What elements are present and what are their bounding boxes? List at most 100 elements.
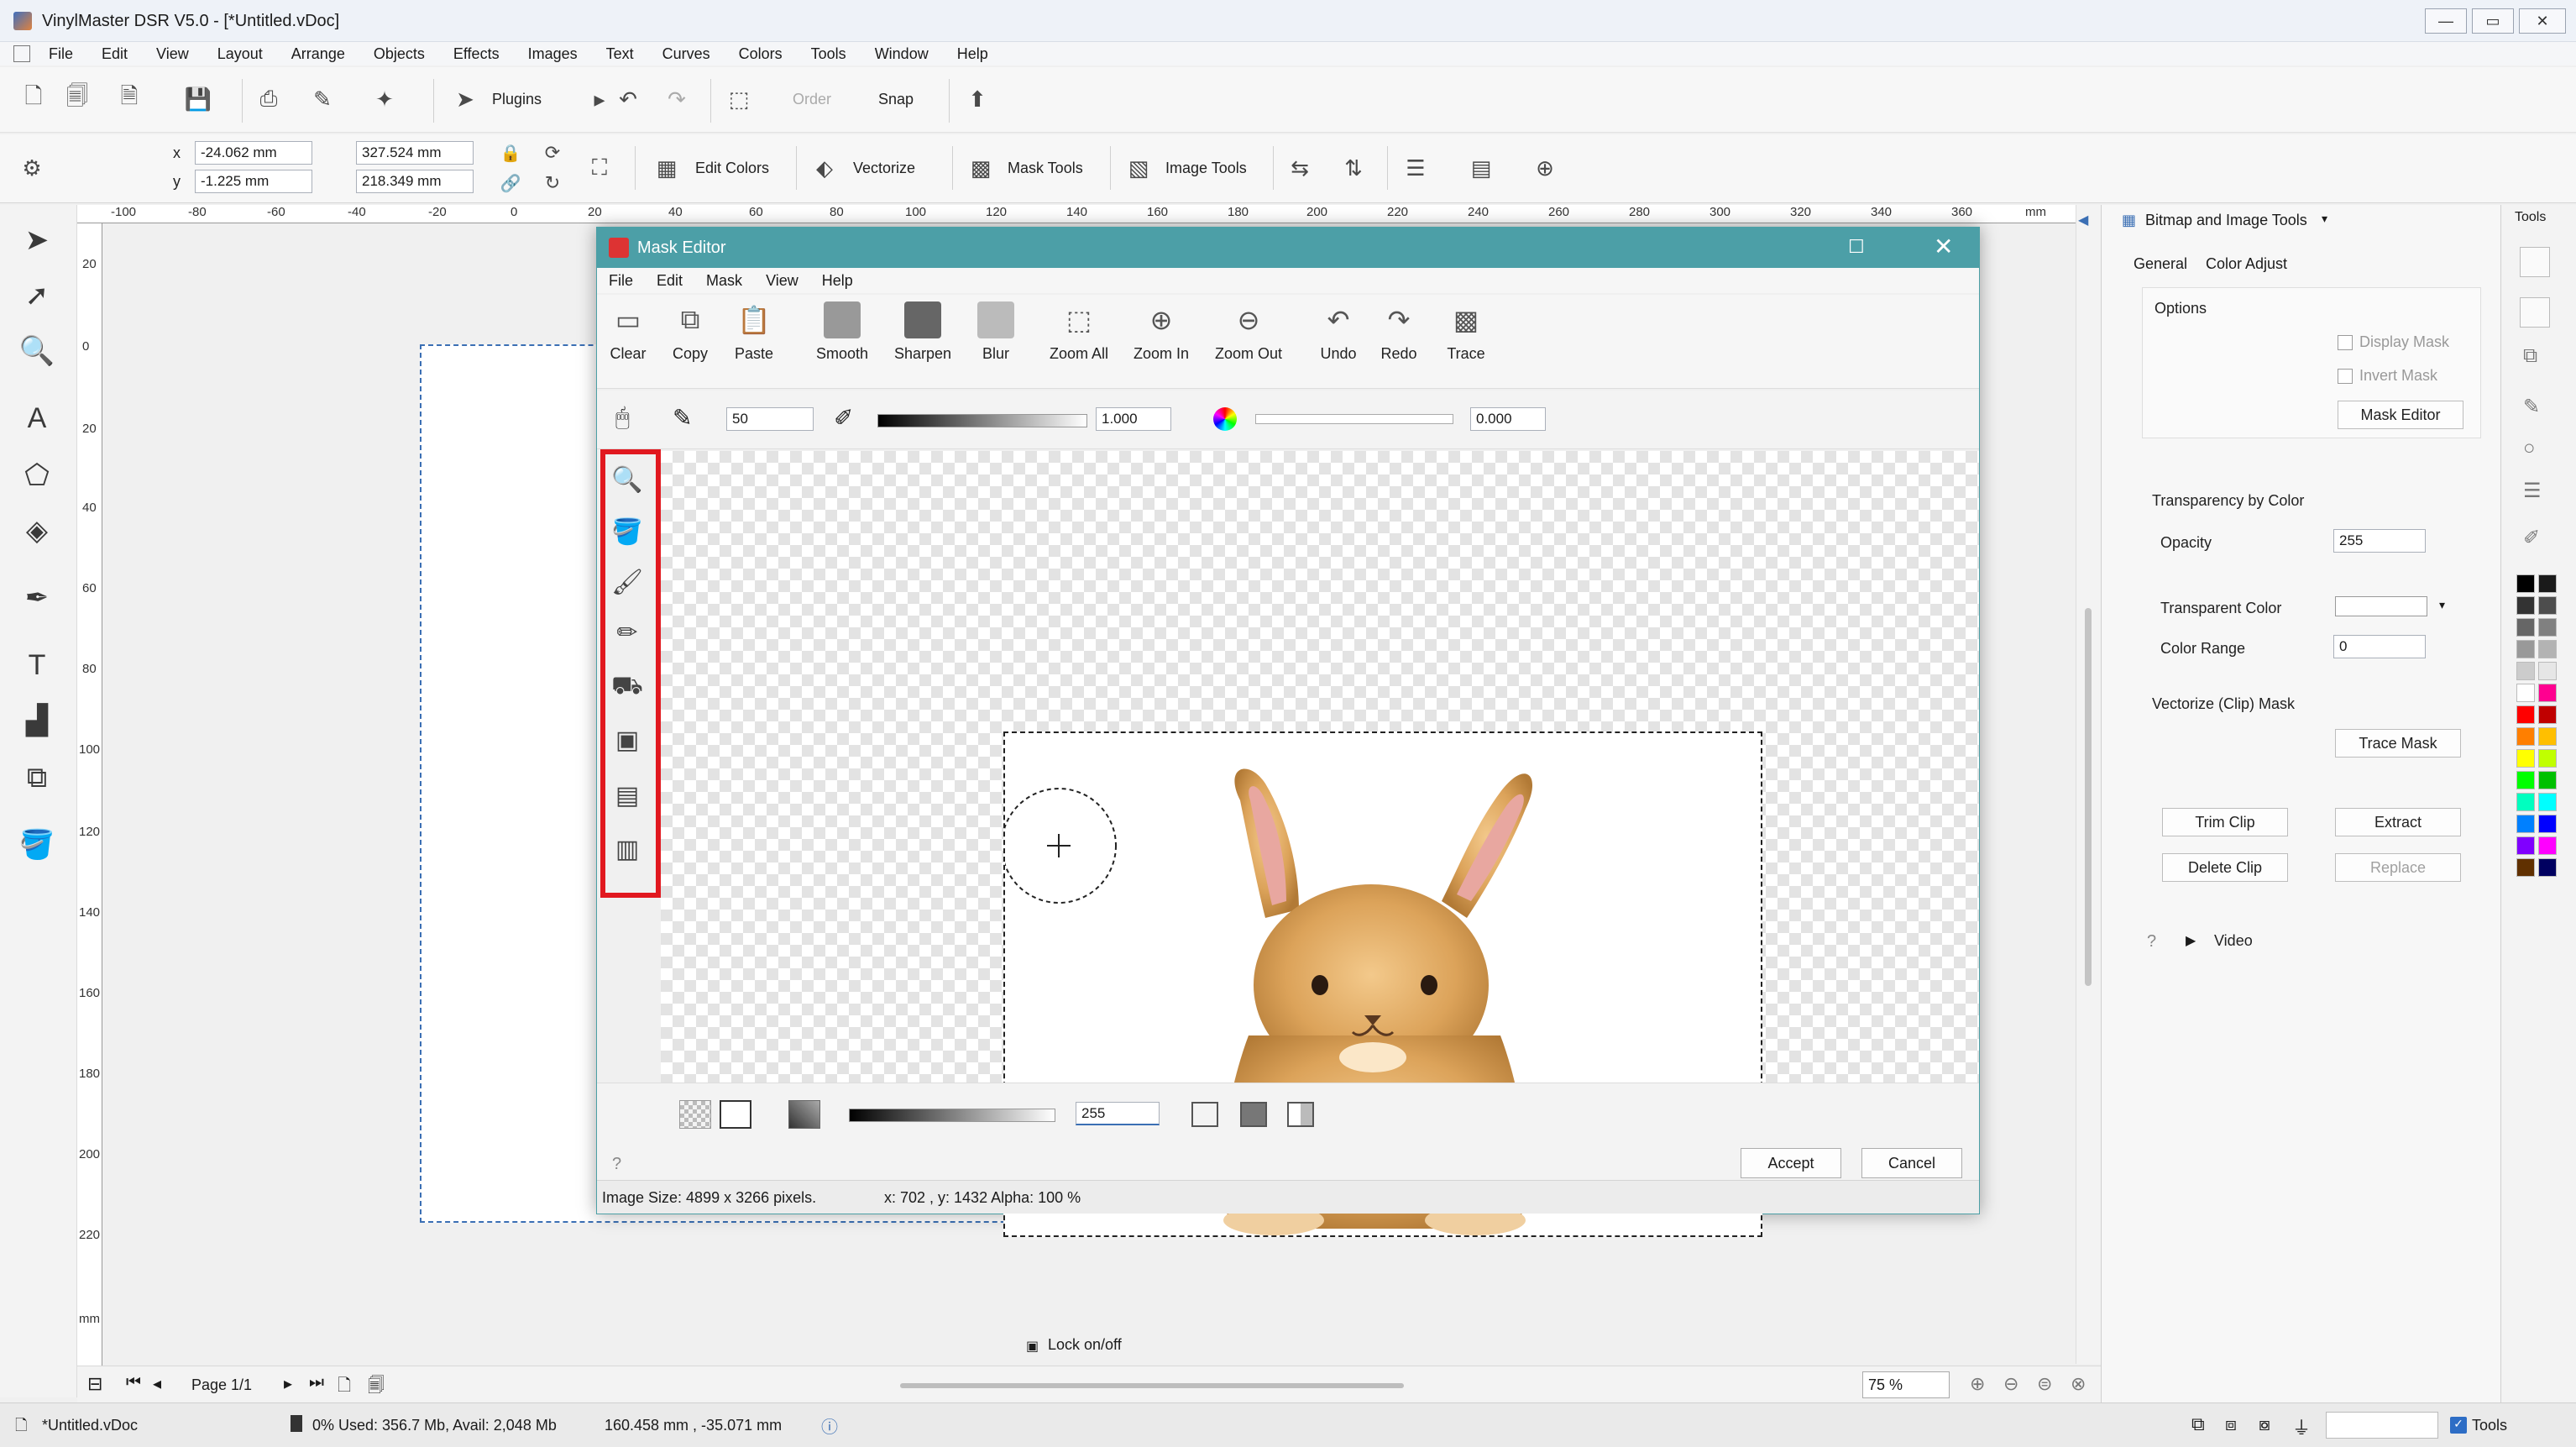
tools-tab[interactable]: Tools [2515, 210, 2546, 225]
menu-arrange[interactable]: Arrange [291, 45, 345, 63]
color-swatch[interactable] [2516, 727, 2535, 746]
first-page-icon[interactable]: ⏮ [126, 1373, 141, 1392]
menu-effects[interactable]: Effects [453, 45, 500, 63]
open-icon[interactable]: 🗎 [114, 83, 144, 114]
color-swatch[interactable] [2538, 574, 2557, 593]
color-swatch[interactable] [2516, 749, 2535, 768]
refresh-icon[interactable]: ↻ [537, 168, 568, 198]
height-field[interactable]: 218.349 mm [356, 170, 474, 193]
lines-icon[interactable]: ☰ [2523, 479, 2542, 503]
mask-level-field[interactable]: 255 [1076, 1102, 1160, 1125]
new-document-icon[interactable]: 🗋 [18, 83, 49, 114]
tab-general[interactable]: General [2134, 255, 2187, 273]
menu-edit[interactable]: Edit [102, 45, 128, 63]
brush-size-field[interactable]: 50 [726, 407, 814, 431]
menu-objects[interactable]: Objects [374, 45, 425, 63]
mask-editor-canvas[interactable] [661, 451, 1979, 1237]
color-swatch[interactable] [2538, 727, 2557, 746]
x-position-field[interactable]: -24.062 mm [195, 141, 312, 165]
mask-tools-icon[interactable]: ▩ [966, 153, 996, 183]
opacity-field[interactable]: 255 [2333, 529, 2426, 553]
display-mask-checkbox[interactable]: Display Mask [2338, 333, 2449, 351]
video-label[interactable]: Video [2214, 932, 2253, 950]
dialog-menu-edit[interactable]: Edit [657, 272, 683, 290]
pen-tool-icon[interactable]: ⬆ [962, 84, 992, 114]
menu-view[interactable]: View [156, 45, 189, 63]
combine-icon[interactable]: ⧇ [2259, 1413, 2270, 1435]
align-icon[interactable]: ☰ [1401, 153, 1431, 183]
play-icon[interactable]: ▸ [584, 84, 615, 114]
color-swatch[interactable] [2538, 662, 2557, 680]
hardness-slider[interactable] [877, 414, 1087, 427]
vectorize-button[interactable]: Vectorize [853, 160, 915, 177]
help-icon[interactable]: ? [2147, 932, 2156, 952]
rotate-icon[interactable]: ⟳ [537, 138, 568, 168]
delete-page-icon[interactable]: 🗐 [368, 1373, 385, 1402]
new-template-icon[interactable]: 🗐 [62, 83, 92, 114]
color-swatch[interactable] [2538, 618, 2557, 637]
y-position-field[interactable]: -1.225 mm [195, 170, 312, 193]
zoom-fit-icon[interactable]: ⊜ [2037, 1373, 2052, 1395]
image-tools-button[interactable]: Image Tools [1165, 160, 1247, 177]
transparent-color-picker[interactable] [2335, 596, 2427, 616]
minimize-button[interactable]: — [2425, 8, 2467, 34]
menu-colors[interactable]: Colors [739, 45, 783, 63]
edit-colors-button[interactable]: Edit Colors [695, 160, 769, 177]
arrange-tool-icon[interactable]: ⧉ [18, 759, 55, 796]
pen-tool-icon[interactable]: ✒ [18, 579, 55, 616]
color-swatch[interactable] [2538, 596, 2557, 615]
view-mode-mask-icon[interactable] [1240, 1102, 1267, 1127]
color-swatch[interactable] [2516, 836, 2535, 855]
shape-tool-icon[interactable]: ⬠ [18, 457, 55, 494]
tab-color-adjust[interactable]: Color Adjust [2206, 255, 2287, 273]
chevron-down-icon[interactable]: ▾ [2322, 212, 2327, 226]
edit-colors-icon[interactable]: ▦ [652, 153, 682, 183]
lock-toggle-icon[interactable]: ▣ [1026, 1338, 1039, 1355]
color-swatch[interactable] [2516, 662, 2535, 680]
color-swatch[interactable] [2538, 836, 2557, 855]
replace-button[interactable]: Replace [2335, 853, 2461, 882]
plugins-icon[interactable]: ➤ [450, 84, 480, 114]
dialog-menu-help[interactable]: Help [822, 272, 853, 290]
undo-icon[interactable]: ↶ [613, 84, 643, 114]
hue-field[interactable]: 0.000 [1470, 407, 1546, 431]
color-wheel-icon[interactable] [1213, 407, 1237, 431]
collapse-panel-icon[interactable]: ◀ [2078, 212, 2088, 228]
accept-button[interactable]: Accept [1741, 1148, 1841, 1178]
stack-icon[interactable]: ⧉ [2523, 344, 2537, 368]
node-edit-tool-icon[interactable]: ➚ [18, 277, 55, 314]
scan-icon[interactable]: ⛶ [584, 153, 615, 183]
zoom-all-button[interactable]: ⬚ Zoom All [1044, 301, 1114, 363]
width-field[interactable]: 327.524 mm [356, 141, 474, 165]
save-icon[interactable]: 💾 [183, 84, 213, 114]
snap-label[interactable]: Snap [878, 91, 914, 108]
last-page-icon[interactable]: ⏭ [309, 1373, 324, 1392]
layers-icon[interactable]: ⊟ [87, 1373, 102, 1395]
weld-icon[interactable]: ⏚ [2292, 1413, 2311, 1440]
contour-tool-icon[interactable]: ◈ [18, 512, 55, 549]
send-icon[interactable]: ✦ [369, 84, 400, 114]
dialog-menu-file[interactable]: File [609, 272, 633, 290]
color-swatch[interactable] [2516, 684, 2535, 702]
vertical-scrollbar[interactable]: ◀ [2076, 205, 2101, 1364]
view-mode-original-icon[interactable] [1191, 1102, 1218, 1127]
menu-layout[interactable]: Layout [217, 45, 263, 63]
color-swatch[interactable] [2538, 815, 2557, 833]
color-swatch[interactable] [2516, 640, 2535, 658]
color-swatch[interactable] [2538, 793, 2557, 811]
mask-editor-button[interactable]: Mask Editor [2338, 401, 2463, 429]
redo-button[interactable]: ↷ Redo [1369, 301, 1428, 363]
print-icon[interactable]: ⎙ [254, 84, 284, 114]
white-background-icon[interactable] [720, 1100, 751, 1129]
fill-preview[interactable] [2520, 247, 2550, 277]
vectorize-icon[interactable]: ⬖ [809, 153, 840, 183]
zoom-in-icon[interactable]: ⊕ [1970, 1373, 1985, 1395]
undo-button[interactable]: ↶ Undo [1309, 301, 1368, 363]
select-tool-icon[interactable]: ➤ [18, 222, 55, 259]
transform-icon[interactable]: ⊕ [1530, 153, 1560, 183]
plugins-label[interactable]: Plugins [492, 91, 542, 108]
chevron-down-icon[interactable]: ▾ [2439, 598, 2445, 612]
vertical-scroll-thumb[interactable] [2085, 608, 2092, 986]
dialog-help-icon[interactable]: ? [612, 1155, 621, 1174]
flip-vertical-icon[interactable]: ⇅ [1338, 153, 1369, 183]
